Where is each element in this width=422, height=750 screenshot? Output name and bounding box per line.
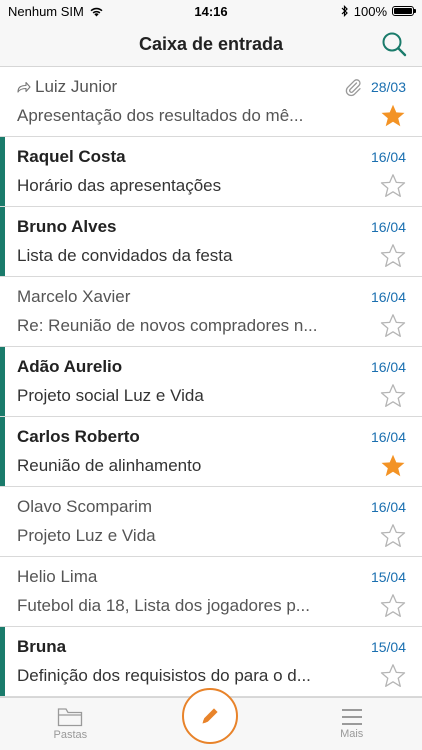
- star-outline-icon[interactable]: [380, 383, 406, 409]
- email-row[interactable]: Olavo Scomparim 16/04 Projeto Luz e Vida: [0, 487, 422, 557]
- tab-more-label: Mais: [340, 728, 364, 740]
- star-outline-icon[interactable]: [380, 663, 406, 689]
- email-row[interactable]: Luiz Junior 28/03 Apresentação dos resulta…: [0, 67, 422, 137]
- email-subject: Apresentação dos resultados do mê...: [17, 106, 304, 125]
- email-list: Luiz Junior 28/03 Apresentação dos resulta…: [0, 67, 422, 699]
- email-subject: Futebol dia 18, Lista dos jogadores p...: [17, 596, 310, 615]
- email-row[interactable]: Raquel Costa 16/04 Horário das apresentaçõ…: [0, 137, 422, 207]
- search-icon[interactable]: [380, 30, 408, 58]
- email-sender: Olavo Scomparim: [17, 497, 153, 516]
- email-sender: Bruno Alves: [17, 217, 117, 236]
- email-sender: Raquel Costa: [17, 147, 126, 166]
- email-sender: Carlos Roberto: [17, 427, 140, 446]
- email-sender: Luiz Junior: [35, 77, 118, 96]
- forward-icon: [17, 81, 31, 93]
- status-bar: Nenhum SIM 14:16 100%: [0, 0, 422, 22]
- email-date: 16/04: [370, 219, 406, 235]
- email-row[interactable]: Marcelo Xavier 16/04 Re: Reunião de novos …: [0, 277, 422, 347]
- tab-folders[interactable]: Pastas: [0, 707, 141, 741]
- pencil-icon: [202, 708, 218, 724]
- email-date: 16/04: [370, 289, 406, 305]
- attachment-icon: [345, 79, 361, 97]
- wifi-icon: [90, 7, 103, 16]
- compose-button[interactable]: [182, 688, 238, 744]
- email-subject: Horário das apresentações: [17, 176, 222, 195]
- battery-icon: [392, 6, 416, 16]
- tab-more[interactable]: Mais: [281, 708, 422, 740]
- email-sender: Marcelo Xavier: [17, 287, 131, 306]
- star-outline-icon[interactable]: [380, 243, 406, 269]
- email-sender: Adão Aurelio: [17, 357, 123, 376]
- star-filled-icon[interactable]: [380, 453, 406, 479]
- email-date: 16/04: [370, 429, 406, 445]
- star-outline-icon[interactable]: [380, 523, 406, 549]
- email-date: 16/04: [370, 499, 406, 515]
- header: Caixa de entrada: [0, 22, 422, 67]
- email-date: 15/04: [370, 569, 406, 585]
- tab-folders-label: Pastas: [53, 729, 88, 741]
- folder-icon: [58, 708, 83, 727]
- email-subject: Re: Reunião de novos compradores n...: [17, 316, 318, 335]
- star-outline-icon[interactable]: [380, 593, 406, 619]
- star-outline-icon[interactable]: [380, 173, 406, 199]
- email-date: 16/04: [370, 149, 406, 165]
- star-filled-icon[interactable]: [380, 103, 406, 129]
- battery-percent: 100%: [353, 3, 387, 19]
- menu-icon: [341, 709, 362, 725]
- email-row[interactable]: Adão Aurelio 16/04 Projeto social Luz e Vi…: [0, 347, 422, 417]
- email-date: 28/03: [370, 79, 406, 95]
- email-sender: Helio Lima: [17, 567, 98, 586]
- email-subject: Lista de convidados da festa: [17, 246, 233, 265]
- bluetooth-icon: [341, 5, 348, 17]
- email-subject: Reunião de alinhamento: [17, 456, 202, 475]
- email-row[interactable]: Bruno Alves 16/04 Lista de convidados da f…: [0, 207, 422, 277]
- page-title: Caixa de entrada: [138, 33, 284, 54]
- email-row[interactable]: Carlos Roberto 16/04 Reunião de alinhament…: [0, 417, 422, 487]
- email-date: 16/04: [370, 359, 406, 375]
- email-row[interactable]: Bruna 15/04 Definição dos requisistos do p…: [0, 627, 422, 697]
- email-row[interactable]: Helio Lima 15/04 Futebol dia 18, Lista dos…: [0, 557, 422, 627]
- email-date: 15/04: [370, 639, 406, 655]
- email-subject: Projeto social Luz e Vida: [17, 386, 204, 405]
- star-outline-icon[interactable]: [380, 313, 406, 339]
- email-subject: Definição dos requisistos do para o d...: [17, 666, 311, 685]
- carrier-label: Nenhum SIM: [8, 3, 84, 19]
- email-sender: Bruna: [17, 637, 67, 656]
- email-subject: Projeto Luz e Vida: [17, 526, 156, 545]
